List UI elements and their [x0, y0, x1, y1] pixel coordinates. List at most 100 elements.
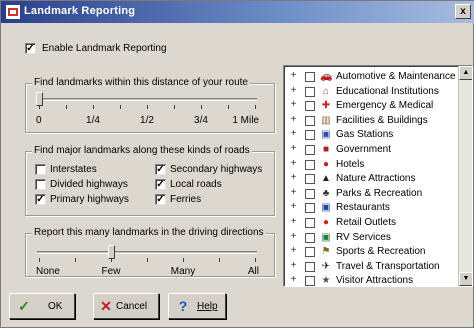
road-type-label: Divided highways	[50, 179, 128, 190]
road-type-label: Ferries	[170, 194, 202, 205]
count-slider-tick	[219, 258, 220, 262]
visitor-icon: ★	[321, 275, 331, 287]
road-type-checkbox[interactable]: ✓	[155, 179, 166, 190]
government-icon: ■	[322, 144, 330, 155]
category-checkbox[interactable]	[305, 115, 315, 126]
category-row[interactable]: + ⌂ Educational Institutions	[284, 85, 459, 101]
expand-plus-icon[interactable]: +	[289, 187, 298, 198]
expand-plus-icon[interactable]: +	[289, 217, 298, 227]
category-checkbox[interactable]	[305, 101, 315, 112]
expand-plus-icon[interactable]: +	[289, 129, 298, 139]
road-type-checkbox[interactable]	[35, 164, 46, 175]
category-checkbox[interactable]	[305, 261, 315, 272]
category-row[interactable]: + ⚑ Sports & Recreation	[284, 245, 459, 261]
category-label: Nature Attractions	[336, 173, 416, 185]
landmark-count-group: Report this many landmarks in the drivin…	[25, 227, 275, 277]
category-label: Educational Institutions	[336, 85, 439, 97]
road-type-label: Interstates	[50, 164, 97, 175]
cancel-button[interactable]: ✕ Cancel	[93, 293, 159, 319]
landmark-category-tree[interactable]: + 🚗 Automotive & Maintenance + ⌂ Educational …	[283, 65, 473, 287]
category-row[interactable]: + ▣ Restaurants	[284, 201, 459, 217]
ok-button[interactable]: ✓ OK	[9, 293, 75, 319]
category-checkbox[interactable]	[305, 159, 315, 170]
category-row[interactable]: + ■ Government	[284, 143, 459, 159]
category-checkbox[interactable]	[305, 188, 315, 199]
category-checkbox[interactable]	[305, 276, 315, 286]
road-type-checkbox[interactable]: ✓	[35, 194, 46, 205]
distance-slider-tick	[228, 105, 229, 109]
expand-plus-icon[interactable]: +	[289, 275, 298, 285]
count-slider-tick	[255, 258, 256, 262]
road-type-checkbox[interactable]	[35, 179, 46, 190]
expand-plus-icon[interactable]: +	[289, 71, 298, 81]
category-label: Parks & Recreation	[336, 187, 423, 199]
category-checkbox[interactable]	[305, 130, 315, 141]
enable-landmark-label: Enable Landmark Reporting	[42, 43, 167, 54]
expand-plus-icon[interactable]: +	[289, 100, 298, 110]
count-slider-thumb[interactable]	[107, 245, 115, 259]
expand-plus-icon[interactable]: +	[289, 202, 298, 212]
category-row[interactable]: + ▣ Gas Stations	[284, 128, 459, 144]
category-label: Government	[336, 144, 392, 155]
expand-plus-icon[interactable]: +	[289, 246, 298, 256]
category-label: Restaurants	[336, 202, 390, 214]
cancel-label: Cancel	[116, 301, 148, 312]
category-checkbox[interactable]	[305, 72, 315, 82]
close-button[interactable]: x	[455, 4, 471, 19]
distance-slider-track[interactable]	[37, 98, 257, 101]
category-checkbox[interactable]	[305, 232, 315, 243]
category-checkbox[interactable]	[305, 145, 315, 155]
expand-plus-icon[interactable]: +	[289, 231, 298, 242]
expand-plus-icon[interactable]: +	[289, 114, 298, 125]
help-button[interactable]: ? Help	[168, 293, 226, 319]
category-row[interactable]: + ✚ Emergency & Medical	[284, 99, 459, 115]
category-row[interactable]: + ▥ Facilities & Buildings	[284, 114, 459, 130]
distance-slider-tick	[120, 105, 121, 109]
cancel-x-icon: ✕	[100, 298, 112, 314]
category-row[interactable]: + ★ Visitor Attractions	[284, 274, 459, 287]
expand-plus-icon[interactable]: +	[289, 173, 298, 183]
expand-plus-icon[interactable]: +	[289, 85, 298, 96]
category-checkbox[interactable]	[305, 174, 315, 185]
scroll-up-icon[interactable]: ▲	[459, 66, 472, 80]
road-type-checkbox[interactable]: ✓	[155, 164, 166, 175]
category-checkbox[interactable]	[305, 203, 315, 214]
distance-slider-tick	[66, 105, 67, 109]
category-checkbox[interactable]	[305, 86, 315, 97]
scroll-down-icon[interactable]: ▼	[459, 272, 472, 286]
count-slider-label: Many	[170, 266, 196, 277]
count-slider-label: None	[36, 266, 60, 277]
expand-plus-icon[interactable]: +	[289, 144, 298, 154]
enable-landmark-checkbox[interactable]: ✓	[25, 43, 36, 54]
road-type-checkbox[interactable]: ✓	[155, 194, 166, 205]
title-bar[interactable]: Landmark Reporting x	[1, 1, 474, 23]
rv-icon: ▣	[321, 231, 331, 243]
distance-slider-thumb[interactable]	[36, 92, 43, 106]
landmark-reporting-dialog: Landmark Reporting x ✓ Enable Landmark R…	[0, 0, 474, 328]
airplane-icon: ✈	[321, 260, 331, 272]
category-row[interactable]: + ♣ Parks & Recreation	[284, 187, 459, 203]
distance-slider-tick	[255, 105, 256, 109]
category-row[interactable]: + ▲ Nature Attractions	[284, 172, 459, 188]
count-slider-label: All	[247, 266, 259, 277]
category-label: Hotels	[336, 158, 365, 170]
category-row[interactable]: + 🚗 Automotive & Maintenance	[284, 70, 459, 86]
help-label: Help	[197, 301, 218, 312]
category-row[interactable]: + ● Retail Outlets	[284, 216, 459, 232]
count-slider-track[interactable]	[37, 251, 257, 254]
category-row[interactable]: + ● Hotels	[284, 158, 459, 174]
category-checkbox[interactable]	[305, 218, 315, 228]
count-slider-tick	[75, 258, 76, 262]
distance-slider-label: 3/4	[194, 115, 208, 126]
road-types-group-title: Find major landmarks along these kinds o…	[32, 145, 252, 156]
distance-slider-label: 1/4	[86, 115, 100, 126]
landmark-count-group-title: Report this many landmarks in the drivin…	[32, 227, 266, 238]
window-title: Landmark Reporting	[24, 5, 136, 17]
expand-plus-icon[interactable]: +	[289, 260, 298, 271]
category-scrollbar[interactable]: ▲ ▼	[458, 66, 472, 286]
category-checkbox[interactable]	[305, 247, 315, 258]
expand-plus-icon[interactable]: +	[289, 158, 298, 169]
distance-slider-tick	[93, 105, 94, 109]
category-row[interactable]: + ▣ RV Services	[284, 231, 459, 247]
category-row[interactable]: + ✈ Travel & Transportation	[284, 260, 459, 276]
